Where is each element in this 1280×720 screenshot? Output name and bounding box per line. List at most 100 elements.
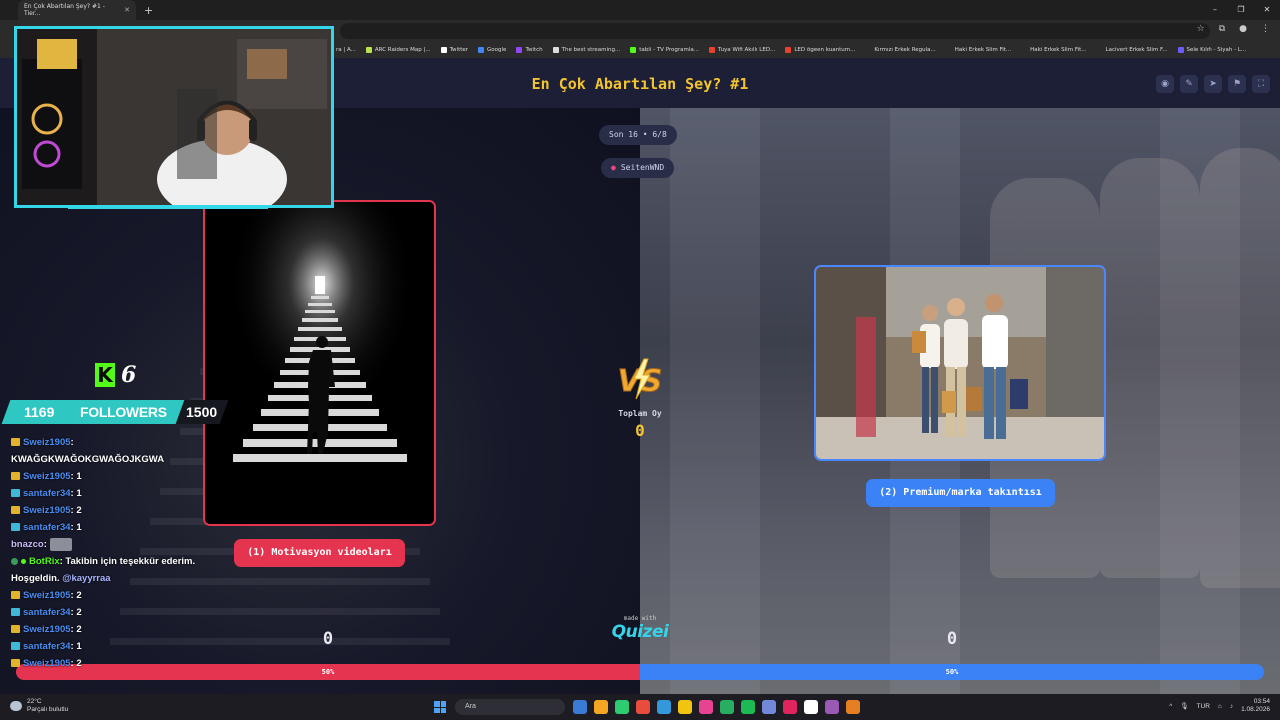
- bookmark-label: LED ögeen kuantum...: [794, 47, 856, 53]
- right-option-image[interactable]: [814, 265, 1106, 461]
- taskbar-app-icon[interactable]: [594, 700, 608, 714]
- extensions-icon[interactable]: ⧉: [1219, 24, 1225, 34]
- bookmark-favicon-icon: [516, 47, 523, 53]
- tab-title: En Çok Abartılan Şey? #1 - Tier...: [24, 3, 105, 17]
- maximize-button[interactable]: ❐: [1228, 0, 1254, 20]
- bookmark-item[interactable]: LED ögeen kuantum...: [785, 47, 855, 53]
- bookmark-item[interactable]: ra | A...: [336, 47, 356, 53]
- bookmark-label: Sele Kılıfı - Siyah - L...: [1186, 47, 1247, 53]
- window-controls: – ❐ ✕: [1202, 0, 1280, 20]
- taskbar-app-icon[interactable]: [720, 700, 734, 714]
- chat-text: Hoşgeldin.: [11, 573, 60, 584]
- chat-username[interactable]: santafer34: [23, 522, 71, 533]
- bookmark-label: Twitter: [449, 47, 469, 53]
- taskbar-apps: [573, 700, 860, 714]
- network-icon[interactable]: ⌂: [1218, 703, 1222, 710]
- quizei-logo[interactable]: Quizei: [608, 622, 672, 642]
- fullscreen-icon[interactable]: ⛶: [1252, 75, 1270, 93]
- bookmark-item[interactable]: tabii - TV Programla...: [630, 47, 699, 53]
- url-input[interactable]: [340, 23, 1210, 39]
- minimize-button[interactable]: –: [1202, 0, 1228, 20]
- cloud-icon: [10, 701, 22, 711]
- weather-widget[interactable]: 22°C Parçalı bulutlu: [10, 698, 68, 714]
- chat-text: :: [43, 539, 47, 550]
- close-window-button[interactable]: ✕: [1254, 0, 1280, 20]
- taskbar-app-icon[interactable]: [657, 700, 671, 714]
- right-option-button[interactable]: (2) Premium/marka takıntısı: [866, 479, 1055, 507]
- chat-username[interactable]: bnazco: [11, 539, 44, 550]
- left-vote-count: 0: [322, 629, 334, 649]
- bookmark-item[interactable]: Haki Erkek Slim Fit...: [1021, 47, 1087, 53]
- bookmark-favicon-icon: [865, 47, 872, 53]
- taskbar-app-icon[interactable]: [783, 700, 797, 714]
- chat-text: : 1: [70, 488, 82, 499]
- right-percent-bar: 50%: [640, 664, 1264, 680]
- bookmark-item[interactable]: Lacivert Erkek Slim F...: [1096, 47, 1168, 53]
- chat-mention[interactable]: @kayyrraa: [62, 573, 110, 584]
- chat-username[interactable]: Sweiz1905: [23, 471, 71, 482]
- bookmark-item[interactable]: Sele Kılıfı - Siyah - L...: [1177, 47, 1247, 53]
- volume-icon[interactable]: ♪: [1230, 703, 1233, 710]
- taskbar-app-icon[interactable]: [699, 700, 713, 714]
- start-button[interactable]: [434, 701, 446, 713]
- taskbar-app-icon[interactable]: [615, 700, 629, 714]
- subscriber-badge-icon: [11, 625, 20, 634]
- taskbar-app-icon[interactable]: [741, 700, 755, 714]
- eye-icon[interactable]: ◉: [1156, 75, 1174, 93]
- taskbar-app-icon[interactable]: [762, 700, 776, 714]
- taskbar-app-icon[interactable]: [573, 700, 587, 714]
- bookmark-label: Tuya Wifi Akıllı LED...: [718, 47, 776, 53]
- flag-icon[interactable]: ⚑: [1228, 75, 1246, 93]
- microphone-tray-icon[interactable]: 🎙: [1180, 702, 1188, 710]
- menu-icon[interactable]: ⋮: [1261, 24, 1270, 34]
- edit-icon[interactable]: ✎: [1180, 75, 1198, 93]
- bookmark-item[interactable]: Tuya Wifi Akıllı LED...: [709, 47, 775, 53]
- chat-username[interactable]: BotRix: [29, 556, 60, 567]
- chat-text: :: [70, 437, 74, 448]
- close-tab-icon[interactable]: ✕: [124, 6, 130, 14]
- chat-username[interactable]: Sweiz1905: [23, 590, 71, 601]
- chat-text: : 1: [70, 522, 82, 533]
- subscriber-badge-icon: [11, 438, 20, 447]
- windows-taskbar: 22°C Parçalı bulutlu Ara ^ 🎙 TUR ⌂ ♪ 03:…: [0, 694, 1280, 720]
- bookmark-item[interactable]: Google: [478, 47, 506, 53]
- chat-username[interactable]: Sweiz1905: [23, 624, 71, 635]
- chat-username[interactable]: santafer34: [23, 641, 71, 652]
- bookmark-label: Lacivert Erkek Slim F...: [1105, 47, 1168, 53]
- send-icon[interactable]: ➤: [1204, 75, 1222, 93]
- chevron-up-icon[interactable]: ^: [1169, 703, 1172, 710]
- taskbar-search[interactable]: Ara: [455, 699, 565, 715]
- subscriber-badge-icon: [11, 591, 20, 600]
- follower-goal-bar: 1169 FOLLOWERS 1500: [0, 400, 229, 424]
- subscriber-badge-icon: [11, 489, 20, 498]
- bookmark-favicon-icon: [709, 47, 716, 53]
- profile-icon[interactable]: ●: [1239, 24, 1247, 34]
- bookmark-item[interactable]: Twitter: [440, 47, 469, 53]
- chat-username[interactable]: Sweiz1905: [23, 658, 71, 669]
- bookmark-item[interactable]: ARC Raiders Map |...: [365, 47, 431, 53]
- chat-message: Sweiz1905:: [11, 434, 211, 451]
- bookmark-item[interactable]: Kırmızı Erkek Regula...: [865, 47, 936, 53]
- chat-username[interactable]: santafer34: [23, 607, 71, 618]
- chat-message: santafer34: 1: [11, 638, 211, 655]
- bookmark-item[interactable]: Twitch: [516, 47, 543, 53]
- browser-tab[interactable]: En Çok Abartılan Şey? #1 - Tier... ✕: [18, 0, 136, 20]
- left-option-button[interactable]: (1) Motivasyon videoları: [234, 539, 405, 567]
- chat-username[interactable]: santafer34: [23, 488, 71, 499]
- chat-message: Sweiz1905: 1: [11, 468, 211, 485]
- taskbar-app-icon[interactable]: [678, 700, 692, 714]
- clock[interactable]: 03:54 1.08.2026: [1241, 698, 1270, 714]
- taskbar-app-icon[interactable]: [825, 700, 839, 714]
- language-indicator[interactable]: TUR: [1197, 703, 1210, 710]
- taskbar-app-icon[interactable]: [804, 700, 818, 714]
- taskbar-app-icon[interactable]: [636, 700, 650, 714]
- new-tab-button[interactable]: +: [144, 4, 153, 17]
- chat-username[interactable]: Sweiz1905: [23, 437, 71, 448]
- kick-logo-icon: K: [95, 363, 115, 387]
- left-option-image[interactable]: [203, 200, 436, 526]
- bookmark-item[interactable]: The best streaming...: [552, 47, 620, 53]
- bookmark-item[interactable]: Haki Erkek Slim Fit...: [945, 47, 1011, 53]
- bookmark-star-icon[interactable]: ☆: [1197, 24, 1205, 34]
- taskbar-app-icon[interactable]: [846, 700, 860, 714]
- chat-username[interactable]: Sweiz1905: [23, 505, 71, 516]
